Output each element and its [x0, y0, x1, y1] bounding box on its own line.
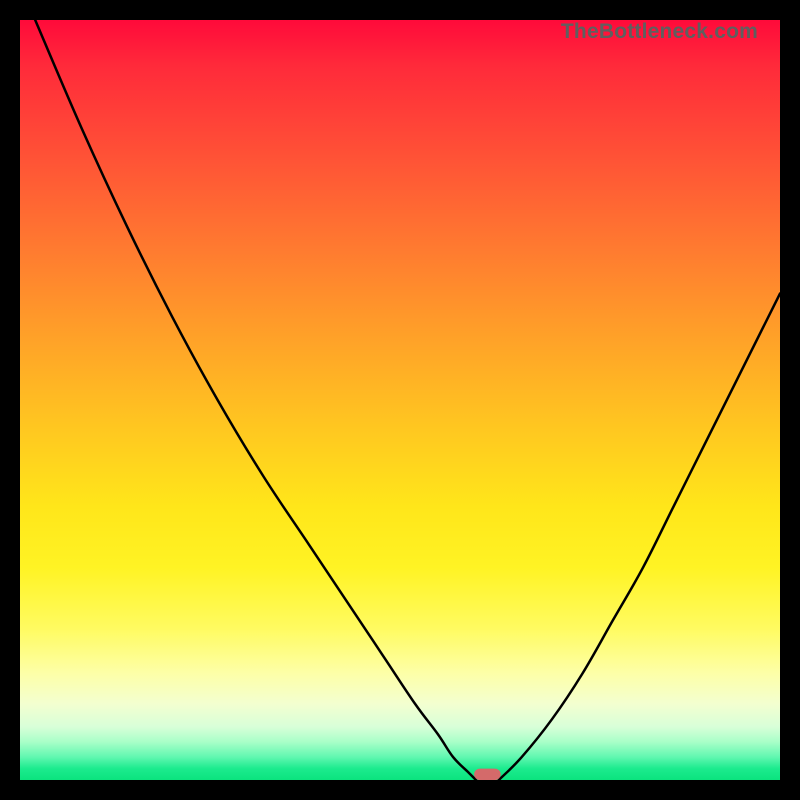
minimum-marker [474, 769, 501, 780]
right-curve [499, 294, 780, 780]
left-curve [35, 20, 476, 780]
chart-frame: TheBottleneck.com [0, 0, 800, 800]
plot-area: TheBottleneck.com [20, 20, 780, 780]
chart-svg [20, 20, 780, 780]
